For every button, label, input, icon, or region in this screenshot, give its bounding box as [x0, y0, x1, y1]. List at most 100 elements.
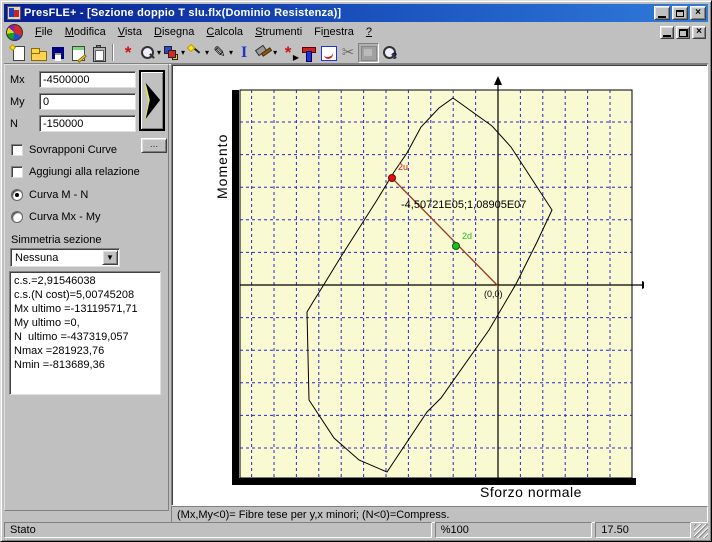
edit-report-button[interactable]	[68, 43, 88, 63]
axis-y-arrow	[494, 76, 502, 85]
menu-item-file[interactable]: File	[29, 24, 59, 41]
menu-item-strumenti[interactable]: Strumenti	[249, 24, 308, 41]
paste-icon	[90, 45, 107, 61]
x-axis-label: Sforzo normale	[480, 484, 582, 500]
dropdown-arrow-icon[interactable]: ▾	[273, 48, 277, 57]
material-swatch-icon	[172, 54, 178, 60]
axis-x-arrow	[642, 281, 644, 289]
input-panel: Mx My N ... Sovrapponi Curve Aggiungi alla …	[4, 64, 169, 511]
menu-item-finestra[interactable]: Finestra	[308, 24, 360, 41]
chart-canvas: Momento 2u2d-4,50721E05;1,08905E07(0,0) …	[171, 64, 708, 506]
paste-button[interactable]	[88, 43, 108, 63]
image-button	[358, 43, 379, 63]
symmetry-label: Simmetria sezione	[11, 234, 101, 246]
field-row-my: My	[10, 93, 136, 110]
close-button[interactable]: ×	[690, 6, 706, 20]
mdi-restore-button[interactable]	[676, 26, 690, 39]
materials-button[interactable]: ▾	[162, 43, 186, 63]
checkbox-relazione[interactable]	[11, 166, 23, 178]
maximize-button[interactable]	[672, 6, 688, 20]
menu-item-modifica[interactable]: Modifica	[59, 24, 112, 41]
app-icon[interactable]	[7, 6, 21, 20]
app-window: PresFLE+ - [Sezione doppio T slu.flx(Dom…	[0, 0, 712, 542]
radio-label: Curva M - N	[29, 189, 88, 201]
insert-load-point-button[interactable]: *▶	[278, 43, 298, 63]
field-row-n: N	[10, 115, 136, 132]
radio-curva-mx-my[interactable]	[11, 211, 23, 223]
design-point	[453, 243, 460, 250]
save-file-button[interactable]	[48, 43, 68, 63]
field-row-mx: Mx	[10, 71, 136, 88]
wizard-icon	[187, 45, 204, 61]
origin-label: (0,0)	[484, 289, 503, 299]
toolbar: *▾▾▾✎▾I▾*▶✂?	[4, 42, 708, 64]
plot-background	[240, 90, 632, 478]
radio-curva-m-n[interactable]	[11, 189, 23, 201]
find-button[interactable]: ?	[379, 43, 399, 63]
compute-button[interactable]	[139, 70, 165, 131]
dropdown-arrow-icon[interactable]: ▾	[181, 48, 185, 57]
checkbox-sovrapponi[interactable]	[11, 144, 23, 156]
find-icon: ?	[381, 45, 398, 61]
t-section-button[interactable]	[298, 43, 318, 63]
menu-item-?[interactable]: ?	[360, 24, 378, 41]
checkbox-label: Sovrapponi Curve	[29, 144, 117, 156]
mdi-close-button[interactable]: ×	[692, 26, 706, 39]
mdi-close-icon: ×	[696, 27, 702, 37]
status-value: 17.50	[595, 522, 691, 538]
question-icon: ?	[392, 51, 398, 61]
mx-label: Mx	[10, 74, 39, 86]
edit-report-icon	[70, 45, 87, 61]
spark-icon	[8, 43, 15, 50]
menu-item-disegna[interactable]: Disegna	[148, 24, 200, 41]
title-bar[interactable]: PresFLE+ - [Sezione doppio T slu.flx(Dom…	[4, 4, 708, 22]
dropdown-arrow-icon[interactable]: ▾	[205, 48, 209, 57]
status-bar: Stato %100 17.50	[4, 520, 708, 538]
menu-item-calcola[interactable]: Calcola	[200, 24, 249, 41]
ultimate-point-label: 2u	[398, 162, 408, 172]
zoom-button[interactable]: ▾	[138, 43, 162, 63]
menu-bar: FileModificaVistaDisegnaCalcolaStrumenti…	[4, 23, 708, 42]
mx-input[interactable]	[39, 71, 136, 88]
more-options-button[interactable]: ...	[141, 138, 167, 153]
wizard-button[interactable]: ▾	[186, 43, 210, 63]
dropdown-arrow-icon[interactable]: ▾	[157, 48, 161, 57]
open-file-button[interactable]	[28, 43, 48, 63]
resize-grip[interactable]	[694, 524, 708, 538]
my-label: My	[10, 96, 39, 108]
save-file-icon	[50, 45, 67, 61]
chevron-down-icon[interactable]: ▼	[102, 250, 118, 265]
domain-plot-button[interactable]	[318, 43, 338, 63]
run-arrow-icon	[143, 78, 161, 124]
result-line: Nmin =-813689,36	[14, 358, 160, 372]
dropdown-arrow-icon[interactable]: ▾	[229, 48, 233, 57]
insert-point-button[interactable]: *	[118, 43, 138, 63]
cut-button: ✂	[338, 43, 358, 63]
n-input[interactable]	[39, 115, 136, 132]
status-text: Stato	[4, 522, 432, 538]
section-ibeam-button[interactable]: I	[234, 43, 254, 63]
symmetry-select[interactable]: Nessuna ▼	[10, 248, 120, 267]
zoom-icon	[139, 45, 156, 61]
mdi-minimize-button[interactable]	[660, 26, 674, 39]
checkbox-row: Aggiungi alla relazione	[11, 166, 140, 178]
menu-item-vista[interactable]: Vista	[112, 24, 148, 41]
draw-icon: ✎	[211, 45, 228, 60]
my-input[interactable]	[39, 93, 136, 110]
window-title: PresFLE+ - [Sezione doppio T slu.flx(Dom…	[24, 7, 654, 19]
ultimate-point	[389, 175, 396, 182]
radio-row: Curva Mx - My	[11, 211, 101, 223]
checkbox-row: Sovrapponi Curve	[11, 144, 117, 156]
app-logo-icon[interactable]	[6, 24, 23, 41]
cut-icon: ✂	[340, 45, 357, 60]
maximize-icon	[676, 10, 684, 17]
results-listbox[interactable]: c.s.=2,91546038c.s.(N cost)=5,00745208Mx…	[9, 271, 161, 395]
radio-row: Curva M - N	[11, 189, 88, 201]
checkbox-label: Aggiungi alla relazione	[29, 166, 140, 178]
tools-button[interactable]: ▾	[254, 43, 278, 63]
close-icon: ×	[695, 8, 701, 18]
mdi-minimize-icon	[663, 35, 671, 37]
minimize-button[interactable]	[654, 6, 670, 20]
draw-button[interactable]: ✎▾	[210, 43, 234, 63]
new-report-button[interactable]	[8, 43, 28, 63]
